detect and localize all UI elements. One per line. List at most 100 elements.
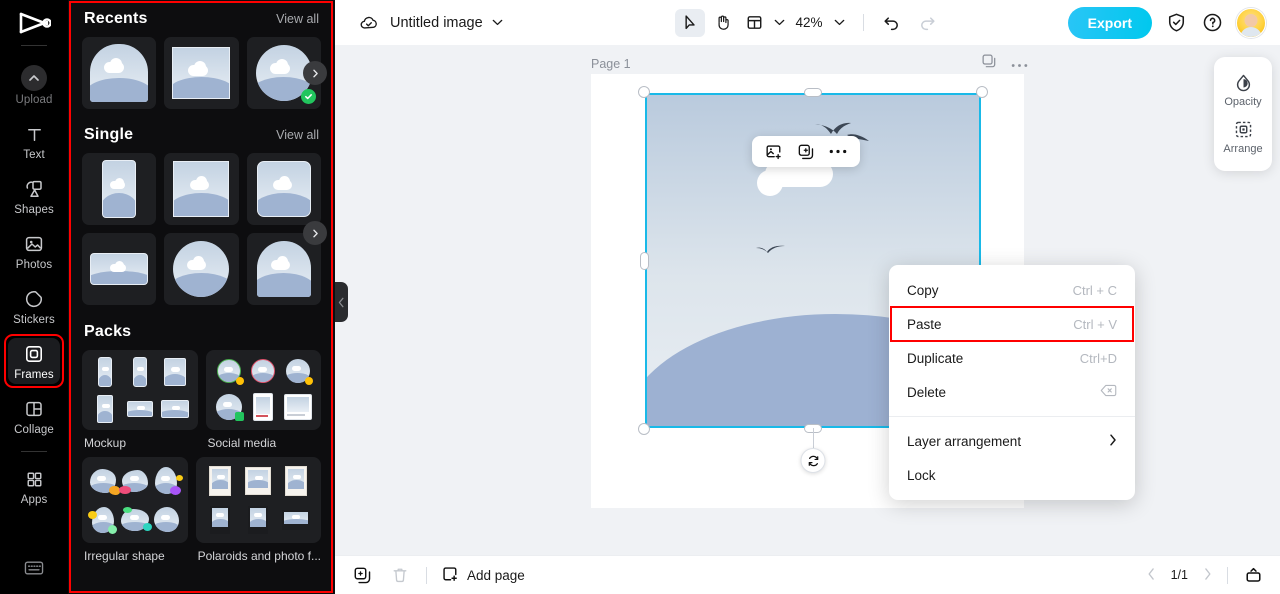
right-properties-panel: Opacity Arrange xyxy=(1214,57,1272,171)
context-menu-shortcut: Ctrl+D xyxy=(1079,350,1117,366)
photo-icon xyxy=(22,232,46,256)
layout-panel-icon[interactable] xyxy=(739,9,769,37)
cursor-arrow-icon[interactable] xyxy=(675,8,706,37)
sidebar-item-shapes[interactable]: Shapes xyxy=(8,173,60,219)
frame-thumb[interactable] xyxy=(246,153,321,225)
keyboard-shortcuts-icon[interactable] xyxy=(23,559,45,582)
image-plus-icon[interactable] xyxy=(761,139,787,164)
shield-check-icon[interactable] xyxy=(1164,11,1188,35)
pack-preview xyxy=(195,457,321,543)
sidebar-item-photos[interactable]: Photos xyxy=(8,228,60,274)
zoom-level-value[interactable]: 42% xyxy=(795,15,822,30)
sidebar-item-frames[interactable]: Frames xyxy=(4,334,64,388)
text-t-icon xyxy=(22,122,46,146)
single-scroll-next-button[interactable] xyxy=(303,221,327,245)
resize-handle-bottom-left[interactable] xyxy=(638,423,650,435)
section-header-single: Single View all xyxy=(68,126,335,144)
redo-arrow-icon[interactable] xyxy=(916,11,940,35)
section-title: Packs xyxy=(84,323,132,340)
frames-panel-scroll[interactable]: Recents View all Single View all Packs M… xyxy=(68,0,335,594)
context-menu-item-paste[interactable]: Paste Ctrl + V xyxy=(889,306,1135,342)
pack-card-irregular-shape[interactable]: Irregular shape xyxy=(82,457,188,563)
opacity-drop-icon xyxy=(1234,73,1253,92)
packs-grid-row2: Irregular shape Polaroids and photo f... xyxy=(68,457,335,563)
duplicate-page-icon[interactable] xyxy=(349,562,375,588)
chevron-down-icon[interactable] xyxy=(492,17,503,29)
add-page-button[interactable]: Add page xyxy=(441,565,525,586)
frame-thumb[interactable] xyxy=(164,233,239,305)
resize-handle-top-right[interactable] xyxy=(976,86,988,98)
frames-panel: Recents View all Single View all Packs M… xyxy=(68,0,335,594)
resize-handle-middle-left[interactable] xyxy=(640,251,649,270)
avatar[interactable] xyxy=(1236,7,1266,38)
pack-preview xyxy=(82,457,188,543)
pack-preview xyxy=(82,350,198,430)
view-all-link-recents[interactable]: View all xyxy=(276,12,319,26)
pack-label: Mockup xyxy=(84,436,127,450)
frame-thumb[interactable] xyxy=(82,233,157,305)
avatar-body xyxy=(1240,26,1262,37)
sidebar-item-upload[interactable]: Upload xyxy=(8,61,60,109)
element-float-toolbar xyxy=(752,136,860,167)
question-circle-icon[interactable] xyxy=(1200,11,1224,35)
arrange-button[interactable]: Arrange xyxy=(1214,115,1272,162)
hand-icon[interactable] xyxy=(707,9,737,37)
add-page-label: Add page xyxy=(467,567,525,583)
rail-divider-top xyxy=(21,45,47,46)
shapes-icon xyxy=(22,177,46,201)
main-area: Untitled image 42% Export Page 1 Copy Ct… xyxy=(335,0,1280,594)
undo-arrow-icon[interactable] xyxy=(880,11,904,35)
view-all-link-single[interactable]: View all xyxy=(276,128,319,142)
sidebar-item-label: Collage xyxy=(14,424,54,436)
context-menu-item-delete[interactable]: Delete xyxy=(889,375,1135,409)
square-plus-icon xyxy=(441,565,459,586)
canvas-area[interactable]: Page 1 Copy Ctrl + C Paste Ctrl + V Dupl… xyxy=(335,45,1280,555)
pack-card-polaroids[interactable]: Polaroids and photo f... xyxy=(195,457,321,563)
rotate-icon[interactable] xyxy=(800,448,826,473)
more-horizontal-icon[interactable] xyxy=(1011,55,1028,73)
frame-thumb[interactable] xyxy=(82,37,157,109)
cloud-saved-icon[interactable] xyxy=(359,13,379,33)
pack-label: Social media xyxy=(207,436,277,450)
duplicate-icon[interactable] xyxy=(793,139,819,164)
sidebar-item-label: Upload xyxy=(15,94,53,106)
sidebar-item-stickers[interactable]: Stickers xyxy=(8,283,60,329)
sidebar-item-text[interactable]: Text xyxy=(8,118,60,164)
pack-card-mockup[interactable]: Mockup xyxy=(82,350,198,450)
context-menu-item-duplicate[interactable]: Duplicate Ctrl+D xyxy=(889,341,1135,375)
duplicate-page-icon[interactable] xyxy=(981,53,997,74)
rail-divider-bottom xyxy=(21,451,47,452)
capcut-editor-window: Upload Text Shapes Photos Stickers Frame… xyxy=(0,0,1280,594)
context-menu-item-layer-arrangement[interactable]: Layer arrangement xyxy=(889,424,1135,458)
page-label: Page 1 xyxy=(591,57,631,71)
chevron-up-circle-icon xyxy=(21,65,47,91)
zoom-chevron-down-icon[interactable] xyxy=(834,17,845,29)
packs-grid-row1: Mockup Social media xyxy=(68,350,335,450)
context-menu-label: Delete xyxy=(907,384,947,400)
next-page-button[interactable] xyxy=(1200,567,1215,584)
panel-collapse-button[interactable] xyxy=(335,282,348,322)
context-menu-item-lock[interactable]: Lock xyxy=(889,458,1135,492)
pages-panel-icon[interactable] xyxy=(1240,562,1266,588)
recents-scroll-next-button[interactable] xyxy=(303,61,327,85)
trash-icon[interactable] xyxy=(387,562,413,588)
context-menu-item-copy[interactable]: Copy Ctrl + C xyxy=(889,273,1135,307)
bottombar-divider-right xyxy=(1227,566,1228,584)
single-grid-row2 xyxy=(68,221,335,305)
sidebar-item-collage[interactable]: Collage xyxy=(8,393,60,439)
pack-card-social-media[interactable]: Social media xyxy=(205,350,321,450)
export-button[interactable]: Export xyxy=(1067,6,1152,39)
more-horizontal-icon[interactable] xyxy=(825,139,851,164)
sidebar-item-apps[interactable]: Apps xyxy=(8,463,60,509)
capcut-logo-icon[interactable] xyxy=(14,9,54,37)
resize-handle-top-left[interactable] xyxy=(638,86,650,98)
document-title[interactable]: Untitled image xyxy=(390,15,483,31)
resize-handle-top-center[interactable] xyxy=(804,88,822,97)
frame-thumb[interactable] xyxy=(82,153,157,225)
prev-page-button[interactable] xyxy=(1144,567,1159,584)
frame-thumb[interactable] xyxy=(164,153,239,225)
layout-chevron-down-icon[interactable] xyxy=(774,17,785,29)
frame-thumb[interactable] xyxy=(164,37,239,109)
opacity-button[interactable]: Opacity xyxy=(1214,68,1272,115)
context-menu-label: Paste xyxy=(907,316,942,332)
